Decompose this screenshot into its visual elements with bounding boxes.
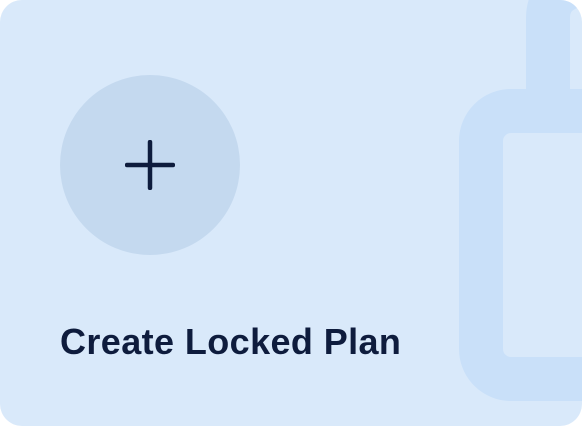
create-locked-plan-card[interactable]: Create Locked Plan <box>0 0 582 426</box>
card-title: Create Locked Plan <box>60 321 402 362</box>
add-plan-button[interactable] <box>60 75 240 255</box>
plus-icon <box>125 140 175 190</box>
